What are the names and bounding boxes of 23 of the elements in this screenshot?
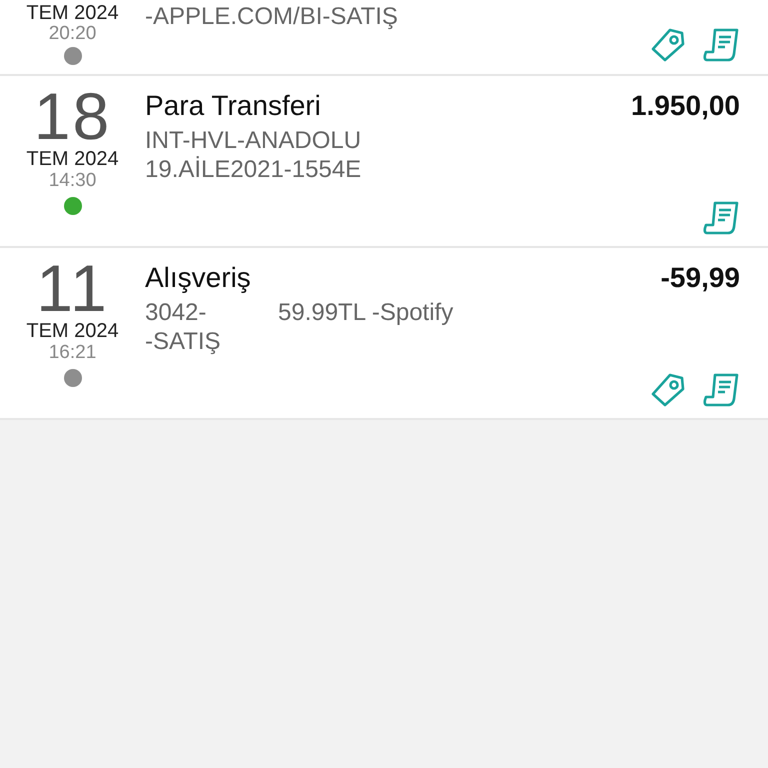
amount: 1.950,00 — [631, 89, 740, 123]
amount: -59,99 — [660, 261, 740, 295]
tag-icon[interactable] — [650, 372, 686, 408]
receipt-icon[interactable] — [702, 200, 740, 236]
time: 20:20 — [48, 24, 96, 43]
month-year: TEM 2024 — [26, 148, 119, 170]
time: 14:30 — [48, 170, 96, 191]
receipt-icon[interactable] — [702, 27, 740, 63]
tag-icon[interactable] — [650, 27, 686, 63]
month-year: TEM 2024 — [26, 2, 119, 24]
description-text: -APPLE.COM/BI-SATIŞ — [145, 2, 398, 31]
receipt-icon[interactable] — [702, 372, 740, 408]
month-year: TEM 2024 — [26, 320, 119, 342]
day-number: 18 — [34, 84, 112, 148]
description-text: INT-HVL-ANADOLU — [145, 126, 362, 155]
day-number: 11 — [36, 256, 109, 320]
description-text: 19.AİLE2021-1554E — [145, 155, 362, 184]
transaction-title: Alışveriş — [145, 261, 251, 295]
description-text: 3042- — [145, 298, 208, 327]
transaction-title: Para Transferi — [145, 89, 321, 123]
time: 16:21 — [48, 342, 96, 363]
description-text: -SATIŞ — [145, 327, 222, 356]
description-text: 59.99TL -Spotify — [278, 298, 454, 327]
